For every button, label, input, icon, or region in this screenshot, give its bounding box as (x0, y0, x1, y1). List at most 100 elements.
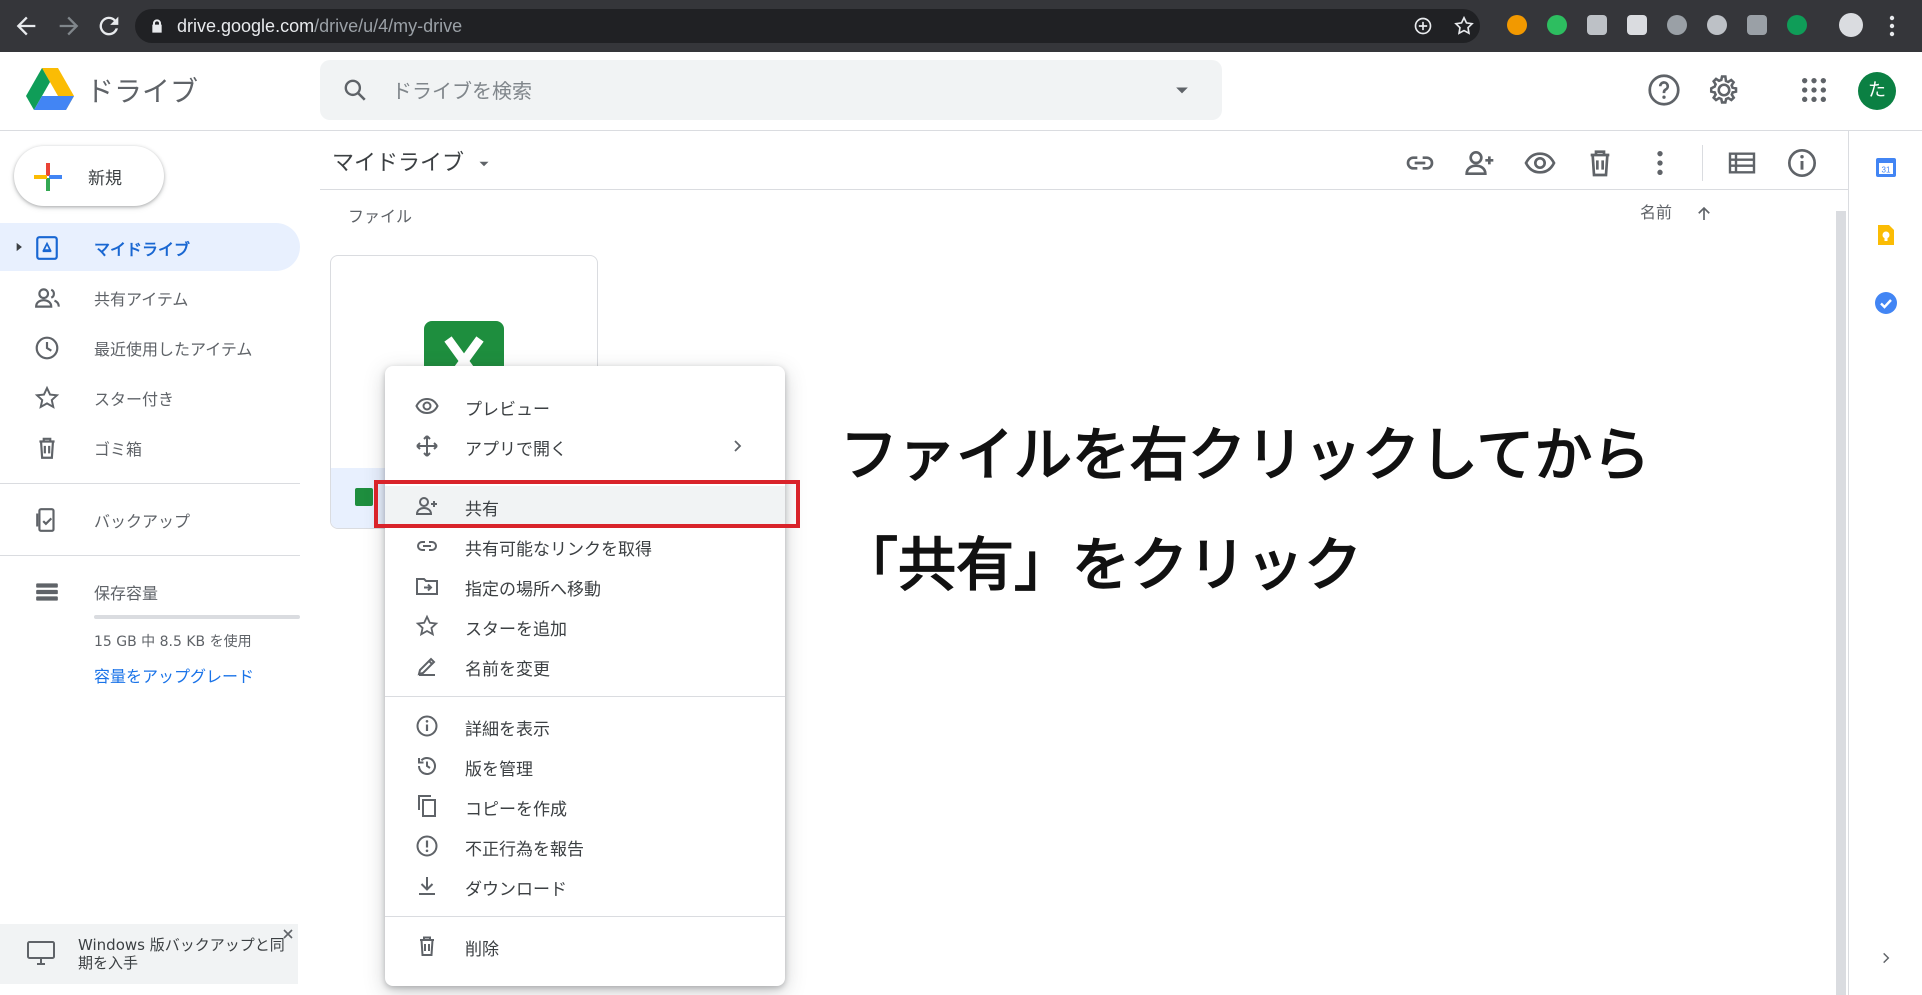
computer-icon (26, 940, 56, 966)
menu-item-get-link[interactable]: 共有可能なリンクを取得 (385, 526, 785, 566)
backup-promo-banner[interactable]: Windows 版バックアップと同期を入手 (0, 924, 298, 984)
instruction-annotation: ファイルを右クリックしてから 「共有」をクリック (840, 400, 1650, 620)
drive-logo-icon[interactable] (26, 68, 74, 110)
menu-item-label: スターを追加 (465, 620, 567, 640)
sort-by-name[interactable]: 名前 (1640, 199, 1713, 223)
extension-icon[interactable] (1747, 15, 1767, 35)
reload-icon[interactable] (95, 12, 123, 40)
tasks-icon[interactable] (1874, 291, 1898, 315)
sidebar-divider (0, 555, 300, 556)
copy-icon (415, 794, 439, 818)
list-view-icon[interactable] (1726, 147, 1758, 179)
menu-item-move-to[interactable]: 指定の場所へ移動 (385, 566, 785, 606)
menu-item-preview[interactable]: プレビュー (385, 386, 785, 426)
extension-icon[interactable] (1787, 15, 1807, 35)
sidebar-item-label: 共有アイテム (94, 290, 189, 309)
calendar-icon[interactable]: 31 (1874, 155, 1898, 179)
share-add-person-icon[interactable] (1464, 147, 1496, 179)
menu-item-manage-versions[interactable]: 版を管理 (385, 746, 785, 786)
extension-icon[interactable] (1507, 15, 1527, 35)
bookmark-star-icon[interactable] (1453, 15, 1475, 37)
sidebar-item-my-drive[interactable]: マイドライブ (0, 223, 300, 271)
clock-icon (34, 335, 60, 361)
menu-separator (385, 916, 785, 917)
menu-item-report-abuse[interactable]: 不正行為を報告 (385, 826, 785, 866)
move-arrows-icon (415, 434, 439, 458)
scrollbar[interactable] (1836, 211, 1846, 995)
pencil-icon (415, 654, 439, 678)
extension-icon[interactable] (1707, 15, 1727, 35)
menu-item-download[interactable]: ダウンロード (385, 866, 785, 906)
chevron-right-icon (725, 434, 749, 458)
address-bar[interactable]: drive.google.com/drive/u/4/my-drive (135, 9, 1480, 43)
back-arrow-icon[interactable] (12, 12, 40, 40)
sidebar-item-label: 最近使用したアイテム (94, 340, 253, 359)
upgrade-storage-link[interactable]: 容量をアップグレード (94, 663, 254, 687)
sidebar-item-trash[interactable]: ゴミ箱 (0, 423, 300, 471)
sidebar-item-storage[interactable]: 保存容量 (0, 567, 300, 615)
sidebar-item-recent[interactable]: 最近使用したアイテム (0, 323, 300, 371)
expand-panel-chevron-icon[interactable] (1879, 951, 1893, 965)
menu-item-label: 不正行為を報告 (465, 840, 584, 860)
expand-arrow-icon[interactable] (12, 240, 26, 254)
menu-item-add-star[interactable]: スターを追加 (385, 606, 785, 646)
history-icon (415, 754, 439, 778)
search-options-dropdown-icon[interactable] (1172, 80, 1192, 100)
get-link-icon[interactable] (1404, 147, 1436, 179)
instruction-line-1: ファイルを右クリックしてから (840, 421, 1651, 489)
sidebar-item-shared[interactable]: 共有アイテム (0, 273, 300, 321)
close-icon[interactable] (282, 928, 294, 940)
account-avatar[interactable]: た (1858, 72, 1896, 110)
menu-item-remove[interactable]: 削除 (385, 926, 785, 966)
main-divider (320, 189, 1848, 190)
extension-icon[interactable] (1627, 15, 1647, 35)
search-input[interactable] (390, 60, 1154, 122)
menu-item-label: プレビュー (465, 400, 550, 420)
trash-icon[interactable] (1584, 147, 1616, 179)
install-app-icon[interactable] (1413, 16, 1433, 36)
trash-icon (415, 934, 439, 958)
my-drive-icon (34, 235, 60, 261)
more-options-icon[interactable] (1644, 147, 1676, 179)
files-section-heading: ファイル (348, 207, 413, 226)
evernote-extension-icon[interactable] (1547, 15, 1567, 35)
preview-eye-icon[interactable] (1524, 147, 1556, 179)
storage-icon (34, 579, 60, 605)
svg-text:31: 31 (1882, 166, 1891, 175)
browser-menu-icon[interactable] (1888, 14, 1896, 38)
extension-icon[interactable] (1667, 15, 1687, 35)
info-icon[interactable] (1786, 147, 1818, 179)
info-icon (415, 714, 439, 738)
extension-icon[interactable] (1587, 15, 1607, 35)
help-icon[interactable] (1646, 72, 1686, 112)
shared-people-icon (34, 285, 60, 311)
app-header: ドライブ た (0, 52, 1922, 131)
lock-icon (149, 18, 165, 34)
menu-item-open-with[interactable]: アプリで開く (385, 426, 785, 466)
apps-grid-icon[interactable] (1798, 74, 1838, 114)
breadcrumb[interactable]: マイドライブ (332, 145, 493, 177)
sidebar-item-backup[interactable]: バックアップ (0, 495, 300, 543)
search-box[interactable] (320, 60, 1222, 122)
sidebar-item-starred[interactable]: スター付き (0, 373, 300, 421)
sheets-small-icon (355, 488, 373, 506)
menu-item-make-copy[interactable]: コピーを作成 (385, 786, 785, 826)
new-button[interactable]: 新規 (14, 146, 164, 206)
keep-icon[interactable] (1874, 223, 1898, 247)
menu-item-rename[interactable]: 名前を変更 (385, 646, 785, 686)
trash-icon (34, 435, 60, 461)
settings-gear-icon[interactable] (1706, 72, 1746, 112)
sidebar: 新規 マイドライブ 共有アイテム 最近使用したアイテム スター付き ゴミ箱 バッ… (0, 131, 310, 995)
forward-arrow-icon[interactable] (55, 12, 83, 40)
sort-arrow-up-icon[interactable] (1695, 205, 1713, 223)
move-to-folder-icon (415, 574, 439, 598)
menu-item-label: アプリで開く (465, 440, 567, 460)
menu-item-label: 削除 (465, 940, 499, 960)
menu-item-label: 版を管理 (465, 760, 533, 780)
toolbar-divider (1702, 145, 1703, 181)
menu-item-label: 指定の場所へ移動 (465, 580, 601, 600)
star-icon (415, 614, 439, 638)
menu-item-view-details[interactable]: 詳細を表示 (385, 706, 785, 746)
profile-icon[interactable] (1839, 13, 1863, 37)
search-icon[interactable] (342, 77, 368, 103)
